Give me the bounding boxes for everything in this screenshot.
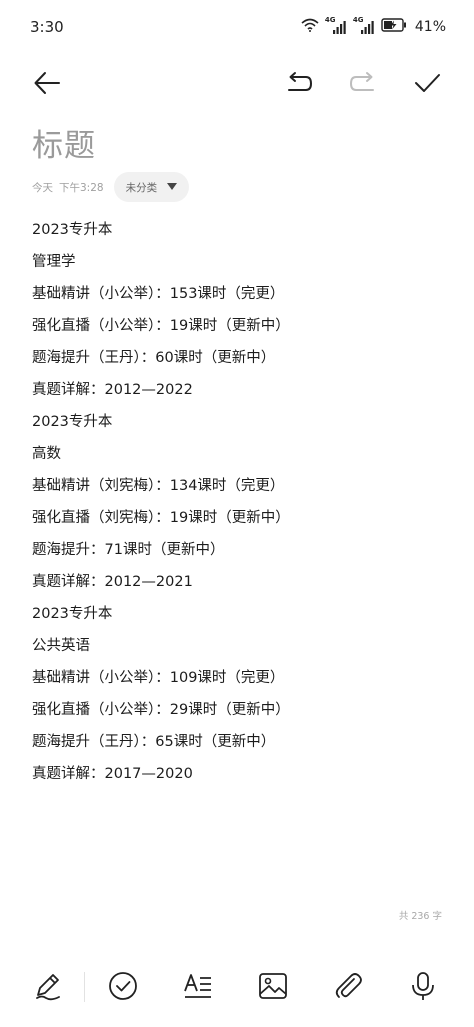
note-line: 题海提升（王丹）：60课时（更新中） <box>32 350 276 366</box>
note-date: 今天 <box>32 181 53 194</box>
note-line: 强化直播（刘宪梅）：19课时（更新中） <box>32 510 290 526</box>
editor-toolbar <box>0 58 474 106</box>
note-line: 真题详解：2017—2020 <box>32 766 193 782</box>
category-dropdown[interactable]: 未分类 <box>113 172 190 202</box>
note-line: 题海提升（王丹）：65课时（更新中） <box>32 734 276 750</box>
text-format-button[interactable] <box>180 968 216 1004</box>
note-line: 强化直播（小公举）：19课时（更新中） <box>32 318 290 334</box>
microphone-icon <box>412 972 434 1000</box>
toolbar-divider <box>84 972 85 1002</box>
battery-charging-icon <box>381 17 407 36</box>
note-line: 真题详解：2012—2021 <box>32 574 193 590</box>
note-line: 2023专升本 <box>32 222 113 238</box>
undo-button[interactable] <box>282 66 316 100</box>
status-bar: 3:30 4G 4G 41% <box>0 0 474 56</box>
bottom-toolbar <box>0 958 474 1014</box>
back-button[interactable] <box>30 66 64 100</box>
pen-icon <box>36 974 60 1001</box>
note-title-input[interactable]: 标题 <box>32 120 96 165</box>
note-line: 基础精讲（小公举）：153课时（完更） <box>32 286 285 302</box>
battery-percent: 41% <box>414 18 446 35</box>
wifi-icon <box>301 17 319 36</box>
note-line: 2023专升本 <box>32 414 113 430</box>
insert-image-button[interactable] <box>255 968 291 1004</box>
paperclip-icon <box>335 973 362 998</box>
note-line: 公共英语 <box>32 638 90 654</box>
redo-button[interactable] <box>346 66 380 100</box>
note-line: 强化直播（小公举）：29课时（更新中） <box>32 702 290 718</box>
handwriting-button[interactable] <box>30 968 66 1004</box>
status-icons: 4G 4G 41% <box>301 16 446 36</box>
note-meta-row: 今天 下午3:28 未分类 <box>32 172 190 202</box>
triangle-down-icon <box>167 183 178 190</box>
category-label: 未分类 <box>125 181 158 194</box>
arrow-left-icon <box>34 72 60 94</box>
image-icon <box>259 973 287 999</box>
note-body[interactable]: 2023专升本 管理学基础精讲（小公举）：153课时（完更） 强化直播（小公举）：1… <box>32 214 452 790</box>
signal-2-icon: 4G <box>353 16 375 35</box>
note-line: 基础精讲（刘宪梅）：134课时（完更） <box>32 478 285 494</box>
note-line: 题海提升：71课时（更新中） <box>32 542 225 558</box>
attachment-button[interactable] <box>330 968 366 1004</box>
note-line: 基础精讲（小公举）：109课时（完更） <box>32 670 285 686</box>
voice-input-button[interactable] <box>405 968 441 1004</box>
status-time: 3:30 <box>30 18 64 36</box>
word-count: 共 236 字 <box>398 911 442 922</box>
checkmark-icon <box>415 74 440 92</box>
checklist-button[interactable] <box>105 968 141 1004</box>
undo-icon <box>288 72 313 91</box>
note-line: 真题详解：2012—2022 <box>32 382 193 398</box>
note-line: 2023专升本 <box>32 606 113 622</box>
note-time: 下午3:28 <box>59 181 104 194</box>
text-format-icon <box>184 974 211 998</box>
signal-1-icon: 4G <box>325 16 347 35</box>
note-line: 管理学 <box>32 254 76 270</box>
note-editor-screen: 3:30 4G 4G 41% 标题 今天 下午3:28 未分类 2023专升本 … <box>0 0 474 1027</box>
checklist-icon <box>109 972 137 1000</box>
note-line: 高数 <box>32 446 61 462</box>
redo-icon <box>349 72 374 91</box>
note-timestamp: 今天 下午3:28 <box>32 180 104 195</box>
done-button[interactable] <box>410 66 444 100</box>
